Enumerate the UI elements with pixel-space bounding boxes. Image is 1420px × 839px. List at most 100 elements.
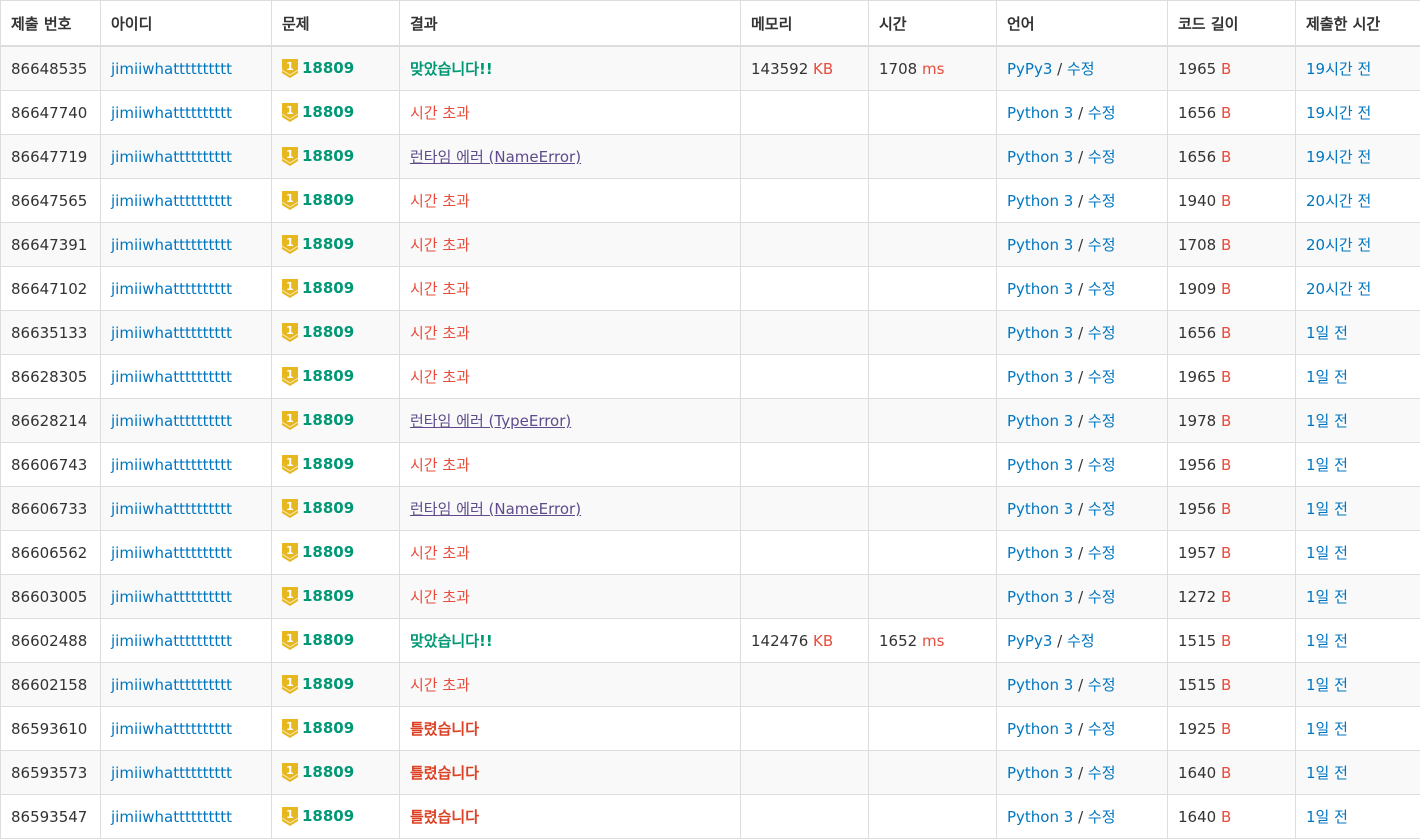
language-link[interactable]: Python 3 (1007, 720, 1073, 738)
submitted-time-link[interactable]: 1일 전 (1306, 368, 1348, 386)
cell-user: jimiiwhatttttttttt (101, 487, 272, 531)
result-text[interactable]: 런타임 에러 (NameError) (410, 500, 581, 518)
language-link[interactable]: PyPy3 (1007, 60, 1052, 78)
submitted-time-link[interactable]: 1일 전 (1306, 720, 1348, 738)
user-link[interactable]: jimiiwhatttttttttt (111, 720, 232, 738)
user-link[interactable]: jimiiwhatttttttttt (111, 104, 232, 122)
result-text[interactable]: 런타임 에러 (TypeError) (410, 412, 571, 430)
submitted-time-link[interactable]: 19시간 전 (1306, 148, 1371, 166)
language-link[interactable]: Python 3 (1007, 500, 1073, 518)
user-link[interactable]: jimiiwhatttttttttt (111, 192, 232, 210)
user-link[interactable]: jimiiwhatttttttttt (111, 808, 232, 826)
user-link[interactable]: jimiiwhatttttttttt (111, 60, 232, 78)
user-link[interactable]: jimiiwhatttttttttt (111, 588, 232, 606)
result-text[interactable]: 런타임 에러 (NameError) (410, 148, 581, 166)
submitted-time-link[interactable]: 1일 전 (1306, 808, 1348, 826)
edit-link[interactable]: 수정 (1088, 720, 1116, 738)
problem-link[interactable]: 18809 (302, 719, 354, 737)
user-link[interactable]: jimiiwhatttttttttt (111, 764, 232, 782)
submitted-time-link[interactable]: 1일 전 (1306, 676, 1348, 694)
user-link[interactable]: jimiiwhatttttttttt (111, 148, 232, 166)
edit-link[interactable]: 수정 (1067, 60, 1095, 78)
edit-link[interactable]: 수정 (1088, 544, 1116, 562)
problem-link[interactable]: 18809 (302, 631, 354, 649)
edit-link[interactable]: 수정 (1088, 588, 1116, 606)
table-row: 86628305jimiiwhatttttttttt118809시간 초과Pyt… (1, 355, 1420, 399)
user-link[interactable]: jimiiwhatttttttttt (111, 632, 232, 650)
table-row: 86606562jimiiwhatttttttttt118809시간 초과Pyt… (1, 531, 1420, 575)
separator: / (1073, 412, 1088, 430)
problem-link[interactable]: 18809 (302, 103, 354, 121)
problem-link[interactable]: 18809 (302, 499, 354, 517)
problem-link[interactable]: 18809 (302, 59, 354, 77)
language-link[interactable]: Python 3 (1007, 236, 1073, 254)
language-link[interactable]: Python 3 (1007, 412, 1073, 430)
user-link[interactable]: jimiiwhatttttttttt (111, 456, 232, 474)
language-link[interactable]: Python 3 (1007, 588, 1073, 606)
edit-link[interactable]: 수정 (1088, 148, 1116, 166)
user-link[interactable]: jimiiwhatttttttttt (111, 544, 232, 562)
problem-link[interactable]: 18809 (302, 543, 354, 561)
problem-link[interactable]: 18809 (302, 587, 354, 605)
submitted-time-link[interactable]: 1일 전 (1306, 456, 1348, 474)
problem-link[interactable]: 18809 (302, 191, 354, 209)
language-link[interactable]: Python 3 (1007, 456, 1073, 474)
user-link[interactable]: jimiiwhatttttttttt (111, 676, 232, 694)
submitted-time-link[interactable]: 1일 전 (1306, 412, 1348, 430)
problem-link[interactable]: 18809 (302, 675, 354, 693)
gold-tier-1-icon: 1 (282, 411, 298, 430)
problem-link[interactable]: 18809 (302, 411, 354, 429)
problem-link[interactable]: 18809 (302, 235, 354, 253)
submitted-time-link[interactable]: 19시간 전 (1306, 60, 1371, 78)
problem-link[interactable]: 18809 (302, 323, 354, 341)
language-link[interactable]: Python 3 (1007, 192, 1073, 210)
edit-link[interactable]: 수정 (1088, 324, 1116, 342)
language-link[interactable]: PyPy3 (1007, 632, 1052, 650)
edit-link[interactable]: 수정 (1088, 456, 1116, 474)
edit-link[interactable]: 수정 (1088, 676, 1116, 694)
language-link[interactable]: Python 3 (1007, 104, 1073, 122)
edit-link[interactable]: 수정 (1088, 236, 1116, 254)
user-link[interactable]: jimiiwhatttttttttt (111, 500, 232, 518)
problem-link[interactable]: 18809 (302, 763, 354, 781)
language-link[interactable]: Python 3 (1007, 676, 1073, 694)
user-link[interactable]: jimiiwhatttttttttt (111, 236, 232, 254)
edit-link[interactable]: 수정 (1088, 808, 1116, 826)
submitted-time-link[interactable]: 1일 전 (1306, 544, 1348, 562)
language-link[interactable]: Python 3 (1007, 368, 1073, 386)
user-link[interactable]: jimiiwhatttttttttt (111, 324, 232, 342)
user-link[interactable]: jimiiwhatttttttttt (111, 412, 232, 430)
submitted-time-link[interactable]: 20시간 전 (1306, 192, 1371, 210)
user-link[interactable]: jimiiwhatttttttttt (111, 280, 232, 298)
problem-link[interactable]: 18809 (302, 279, 354, 297)
edit-link[interactable]: 수정 (1088, 500, 1116, 518)
language-link[interactable]: Python 3 (1007, 148, 1073, 166)
problem-link[interactable]: 18809 (302, 807, 354, 825)
submitted-time-link[interactable]: 20시간 전 (1306, 236, 1371, 254)
submitted-time-link[interactable]: 1일 전 (1306, 588, 1348, 606)
submitted-time-link[interactable]: 1일 전 (1306, 500, 1348, 518)
submitted-time-link[interactable]: 1일 전 (1306, 632, 1348, 650)
edit-link[interactable]: 수정 (1088, 280, 1116, 298)
submitted-time-link[interactable]: 1일 전 (1306, 764, 1348, 782)
language-link[interactable]: Python 3 (1007, 764, 1073, 782)
problem-link[interactable]: 18809 (302, 455, 354, 473)
edit-link[interactable]: 수정 (1088, 368, 1116, 386)
user-link[interactable]: jimiiwhatttttttttt (111, 368, 232, 386)
edit-link[interactable]: 수정 (1088, 764, 1116, 782)
result-text: 맞았습니다!! (410, 60, 493, 78)
problem-link[interactable]: 18809 (302, 367, 354, 385)
submitted-time-link[interactable]: 20시간 전 (1306, 280, 1371, 298)
edit-link[interactable]: 수정 (1088, 412, 1116, 430)
language-link[interactable]: Python 3 (1007, 324, 1073, 342)
submitted-time-link[interactable]: 1일 전 (1306, 324, 1348, 342)
edit-link[interactable]: 수정 (1067, 632, 1095, 650)
language-link[interactable]: Python 3 (1007, 280, 1073, 298)
problem-link[interactable]: 18809 (302, 147, 354, 165)
language-link[interactable]: Python 3 (1007, 808, 1073, 826)
submitted-time-link[interactable]: 19시간 전 (1306, 104, 1371, 122)
edit-link[interactable]: 수정 (1088, 192, 1116, 210)
language-link[interactable]: Python 3 (1007, 544, 1073, 562)
gold-tier-1-icon: 1 (282, 455, 298, 474)
edit-link[interactable]: 수정 (1088, 104, 1116, 122)
